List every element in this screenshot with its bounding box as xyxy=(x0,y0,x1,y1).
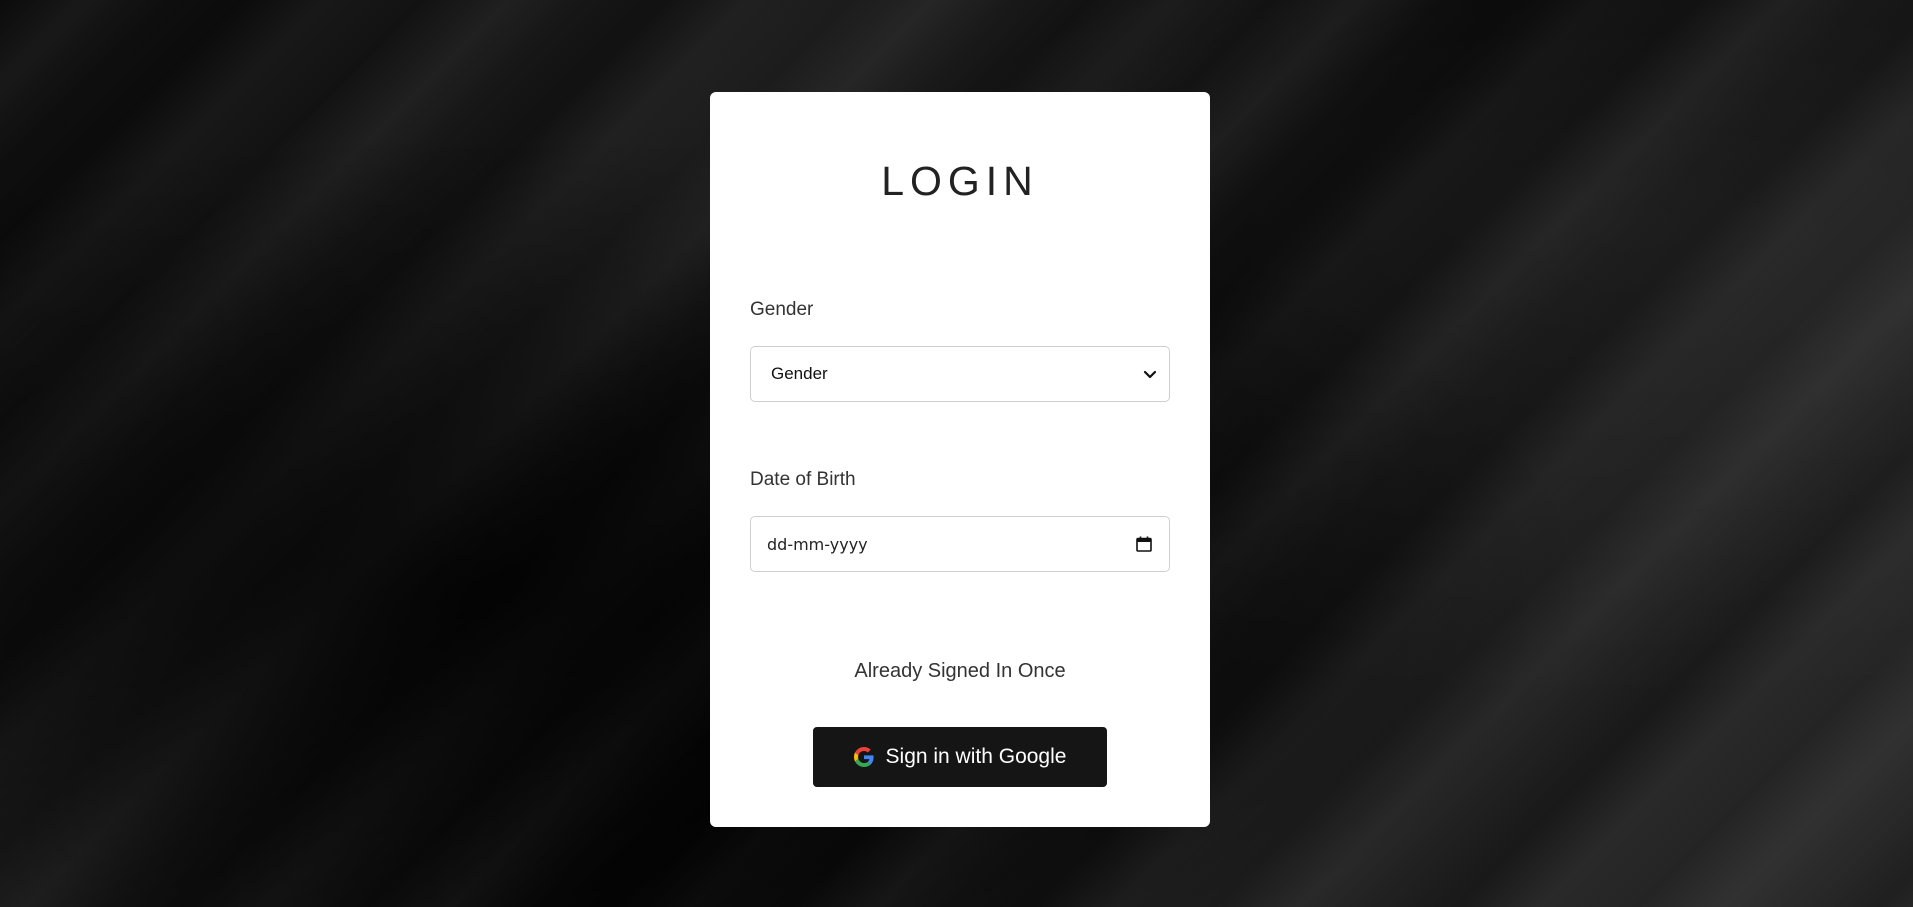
dob-label: Date of Birth xyxy=(750,469,856,490)
already-signed-in-text: Already Signed In Once xyxy=(854,660,1066,682)
gender-select[interactable]: Gender xyxy=(750,346,1170,402)
dob-placeholder: dd-mm-yyyy xyxy=(767,534,868,554)
google-signin-label: Sign in with Google xyxy=(885,745,1067,768)
gender-select-value: Gender xyxy=(771,364,828,383)
gender-label: Gender xyxy=(750,299,814,320)
page-title: LOGIN xyxy=(881,158,1039,204)
google-icon xyxy=(853,747,874,767)
login-card: LOGIN Gender Gender Date of Birth dd-mm-… xyxy=(710,92,1210,827)
dob-input[interactable]: dd-mm-yyyy xyxy=(750,516,1170,572)
chevron-down-icon xyxy=(1143,370,1157,379)
google-signin-button[interactable]: Sign in with Google xyxy=(813,727,1107,787)
calendar-icon[interactable] xyxy=(1135,535,1153,553)
